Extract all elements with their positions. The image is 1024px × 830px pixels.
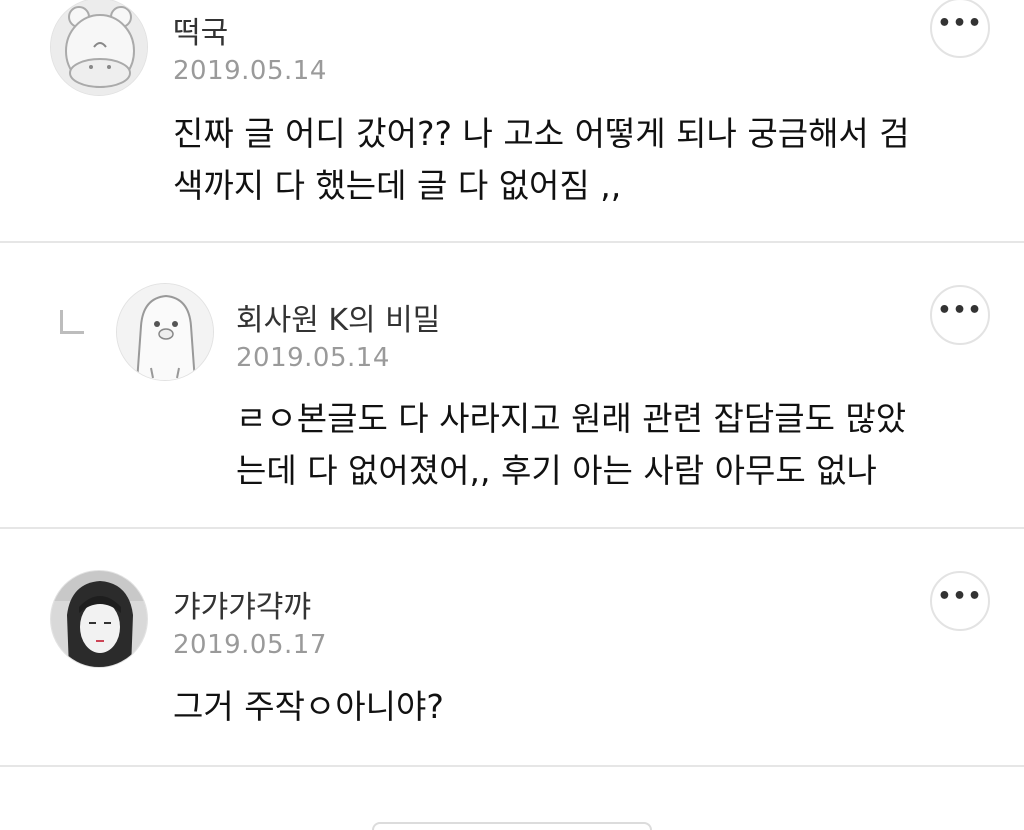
more-options-icon: ••• — [937, 584, 983, 609]
reply-indent-icon — [60, 310, 84, 334]
more-options-button[interactable]: ••• — [930, 285, 990, 345]
comment-date: 2019.05.14 — [173, 56, 327, 86]
load-more-button[interactable] — [372, 822, 652, 830]
comment-text-line: 그거 주작ㅇ아니야? — [173, 687, 444, 726]
comment-text-line: ㄹㅇ본글도 다 사라지고 원래 관련 잡담글도 많았 — [236, 399, 907, 438]
comment-text-line: 는데 다 없어졌어,, 후기 아는 사람 아무도 없나 — [236, 451, 877, 490]
comment-item: 회사원 K의 비밀 2019.05.14 ㄹㅇ본글도 다 사라지고 원래 관련 … — [0, 243, 1024, 529]
comment-text-line: 진짜 글 어디 갔어?? 나 고소 어떻게 되나 궁금해서 검 — [173, 114, 910, 153]
comment-text-line: 색까지 다 했는데 글 다 없어짐 ,, — [173, 166, 622, 205]
more-options-icon: ••• — [937, 298, 983, 323]
manga-girl-avatar-icon[interactable] — [50, 570, 148, 668]
more-options-icon: ••• — [937, 11, 983, 36]
more-options-button[interactable]: ••• — [930, 571, 990, 631]
comment-date: 2019.05.14 — [236, 343, 390, 373]
comment-author[interactable]: 떡국 — [173, 8, 228, 52]
hamster-avatar-icon[interactable] — [50, 0, 148, 96]
comment-date: 2019.05.17 — [173, 630, 327, 660]
penguin-avatar-icon[interactable] — [116, 283, 214, 381]
more-options-button[interactable]: ••• — [930, 0, 990, 58]
comment-item: 떡국 2019.05.14 진짜 글 어디 갔어?? 나 고소 어떻게 되나 궁… — [0, 0, 1024, 243]
comment-author[interactable]: 회사원 K의 비밀 — [236, 295, 440, 339]
comment-author[interactable]: 갸갸갸갹꺄 — [173, 582, 311, 626]
comment-item: 갸갸갸갹꺄 2019.05.17 그거 주작ㅇ아니야? ••• — [0, 529, 1024, 767]
